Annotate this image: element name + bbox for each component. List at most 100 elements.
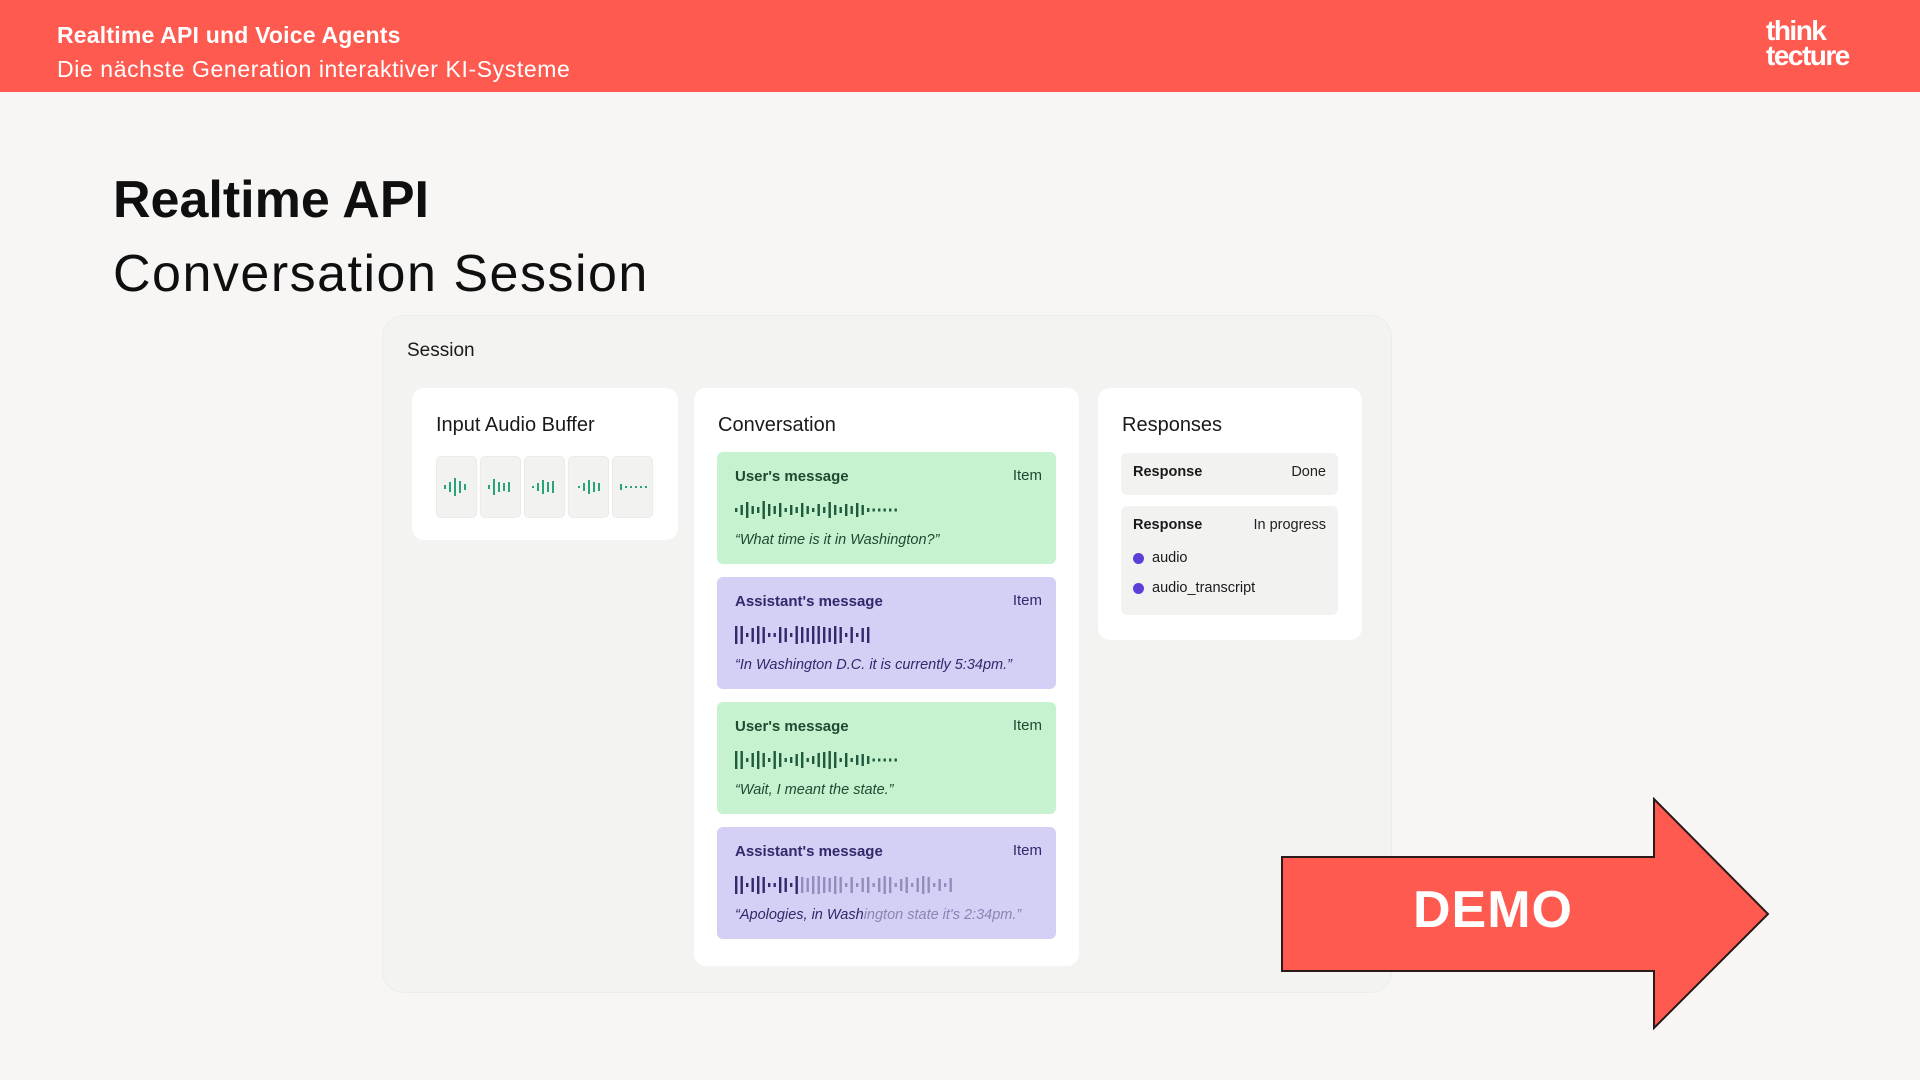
waveform-bar (817, 626, 820, 644)
response-part: audio (1133, 550, 1187, 566)
waveform-bar (861, 505, 864, 515)
audio-chunk (480, 456, 521, 518)
waveform-bar (740, 751, 743, 769)
waveform-bar (823, 507, 826, 513)
waveform-bar (834, 626, 837, 644)
item-tag: Item (1012, 717, 1042, 734)
message-role: Assistant's message (735, 843, 883, 860)
waveform-bar (795, 754, 798, 766)
waveform-bar (784, 758, 787, 762)
response-status: Done (1291, 464, 1326, 480)
waveform-bar (839, 507, 842, 513)
waveform-bar (801, 877, 804, 893)
waveform-bar (812, 508, 815, 512)
waveform-bar (878, 878, 881, 892)
waveform-icon (735, 501, 897, 519)
conversation-item-user: User's message Item “What time is it in … (717, 452, 1056, 564)
waveform-bar (872, 883, 875, 887)
waveform-bar (773, 506, 776, 514)
waveform-bar (757, 876, 760, 894)
waveform-bar (779, 753, 782, 767)
waveform-bar (784, 508, 787, 512)
waveform-bar (784, 878, 787, 892)
waveform-bar (746, 883, 749, 887)
audio-chunk (524, 456, 565, 518)
waveform-bar (850, 506, 853, 514)
waveform-bar (878, 758, 881, 762)
input-audio-buffer-card: Input Audio Buffer (412, 388, 678, 540)
waveform-bar (828, 751, 831, 769)
waveform-bar (735, 508, 738, 512)
waveform-bar (812, 626, 815, 644)
waveform-bar (784, 628, 787, 642)
waveform-bar (773, 751, 776, 769)
waveform-bar (894, 508, 897, 512)
item-tag: Item (1012, 592, 1042, 609)
audio-buffer-chunks (436, 456, 653, 518)
waveform-bar (944, 883, 947, 887)
session-title: Session (407, 340, 475, 361)
waveform-bar (757, 626, 760, 644)
waveform-bar (828, 878, 831, 892)
waveform-bar (795, 626, 798, 644)
waveform-bar (795, 876, 798, 894)
audio-chunk (612, 456, 653, 518)
header-subtitle: Die nächste Generation interaktiver KI-S… (57, 56, 571, 82)
item-tag: Item (1012, 842, 1042, 859)
waveform-bar (900, 879, 903, 891)
waveform-bar (806, 628, 809, 642)
waveform-bar (817, 876, 820, 894)
audio-chunk (436, 456, 477, 518)
waveform-bar (872, 508, 875, 512)
header-title: Realtime API und Voice Agents (57, 22, 401, 48)
slide-subtitle: Conversation Session (113, 245, 649, 303)
message-transcript: “In Washington D.C. it is currently 5:34… (735, 657, 1012, 673)
waveform-bar (801, 752, 804, 768)
waveform-icon (735, 626, 870, 644)
waveform-bar (812, 876, 815, 894)
waveform-bar (801, 503, 804, 517)
waveform-bar (757, 751, 760, 769)
waveform-bar (867, 756, 870, 764)
waveform-bar (812, 756, 815, 764)
waveform-bar (889, 758, 892, 762)
waveform-bar (806, 506, 809, 514)
waveform-bar (927, 877, 930, 893)
waveform-bar (867, 508, 870, 512)
waveform-icon (735, 876, 952, 894)
waveform-bar (916, 878, 919, 892)
waveform-bar (845, 633, 848, 637)
waveform-bar (856, 755, 859, 765)
waveform-bar (845, 504, 848, 516)
waveform-bar (768, 883, 771, 887)
waveform-bar (823, 627, 826, 643)
message-transcript: “Wait, I meant the state.” (735, 782, 894, 798)
waveform-bar (823, 752, 826, 768)
part-dot (1133, 582, 1144, 594)
response-item: Response In progress audio audio_transcr… (1121, 506, 1338, 615)
waveform-bar (806, 758, 809, 762)
waveform-bar (779, 627, 782, 643)
waveform-bar (762, 753, 765, 767)
waveform-bar (823, 877, 826, 893)
message-role: Assistant's message (735, 593, 883, 610)
waveform-bar (751, 628, 754, 642)
waveform-bar (790, 757, 793, 763)
waveform-icon (443, 478, 466, 496)
waveform-bar (751, 753, 754, 767)
waveform-bar (779, 877, 782, 893)
waveform-bar (856, 633, 859, 637)
message-role: User's message (735, 718, 849, 735)
waveform-bar (883, 876, 886, 894)
waveform-bar (751, 878, 754, 892)
waveform-bar (933, 883, 936, 887)
waveform-bar (768, 504, 771, 516)
message-role: User's message (735, 468, 849, 485)
waveform-icon (487, 479, 510, 495)
waveform-bar (938, 879, 941, 891)
waveform-bar (922, 876, 925, 894)
waveform-icon (619, 484, 647, 490)
responses-title: Responses (1122, 414, 1223, 436)
waveform-bar (768, 758, 771, 762)
item-tag: Item (1012, 467, 1042, 484)
